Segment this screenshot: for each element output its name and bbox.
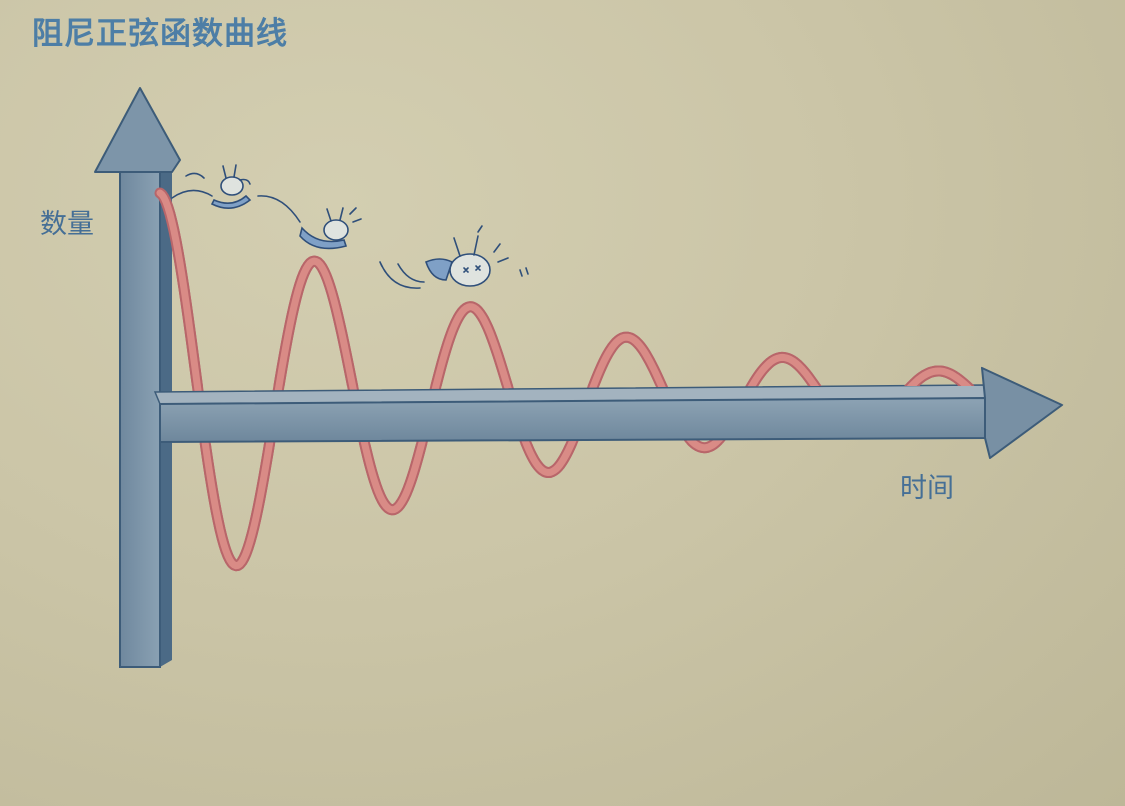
rabbit-tumbling-icon bbox=[257, 195, 362, 250]
x-axis-arrow bbox=[153, 366, 1064, 459]
rabbit-sliding-icon bbox=[171, 164, 252, 209]
y-axis-label: 数量 bbox=[40, 209, 94, 240]
damped-sine-diagram bbox=[94, 87, 1064, 668]
curve-front-fill bbox=[156, 189, 978, 570]
rabbit-dizzy-icon bbox=[379, 225, 529, 289]
x-axis-label: 时间 bbox=[900, 473, 954, 504]
y-axis-arrow bbox=[94, 87, 181, 668]
damped-curve-front bbox=[154, 187, 980, 572]
